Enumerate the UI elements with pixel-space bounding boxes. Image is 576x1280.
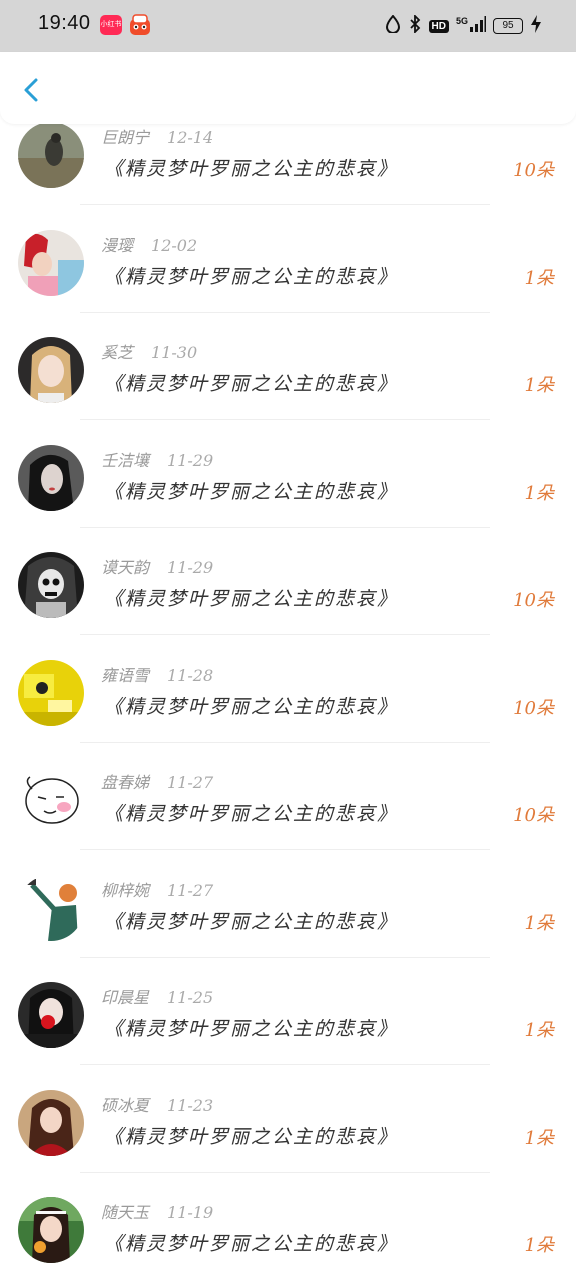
status-time: 19:40	[38, 12, 91, 34]
gift-date: 11-23	[167, 1095, 214, 1115]
gift-quantity: 1朵	[524, 1127, 554, 1149]
gift-date: 12-14	[167, 128, 214, 147]
gift-record-list[interactable]: 巨朗宁 12-14 《精灵梦叶罗丽之公主的悲哀》 10朵 漫璎 12-02 《精灵梦…	[0, 80, 576, 1263]
gift-quantity: 1朵	[524, 1020, 554, 1041]
gift-date: 11-25	[167, 988, 214, 1007]
back-button[interactable]	[16, 74, 48, 106]
user-name: 随天玉	[101, 1203, 150, 1222]
gift-title: 《精灵梦叶罗丽之公主的悲哀》	[104, 480, 399, 503]
list-item[interactable]: 雍语雪 11-28 《精灵梦叶罗丽之公主的悲哀》 10朵	[0, 618, 576, 743]
avatar[interactable]	[18, 444, 84, 511]
gift-title: 《精灵梦叶罗丽之公主的悲哀》	[104, 803, 399, 825]
user-name: 奚芝	[101, 343, 134, 362]
gift-date: 11-19	[167, 1203, 214, 1222]
list-item[interactable]: 盘春娣 11-27 《精灵梦叶罗丽之公主的悲哀》 10朵	[0, 725, 576, 850]
top-nav-bar	[0, 52, 576, 124]
gift-date: 11-27	[167, 880, 214, 900]
gift-quantity: 10朵	[513, 697, 554, 719]
gift-date: 11-29	[167, 558, 214, 577]
gift-title: 《精灵梦叶罗丽之公主的悲哀》	[104, 373, 399, 395]
user-name: 印晨星	[101, 988, 150, 1007]
hd-badge: HD	[428, 19, 449, 33]
gift-date: 11-27	[167, 773, 214, 792]
avatar[interactable]	[18, 1197, 84, 1263]
avatar[interactable]	[18, 659, 84, 726]
list-item[interactable]: 奚芝 11-30 《精灵梦叶罗丽之公主的悲哀》 1朵	[0, 295, 576, 420]
gift-date: 11-29	[167, 450, 214, 470]
avatar[interactable]	[18, 767, 84, 833]
list-item[interactable]: 印晨星 11-25 《精灵梦叶罗丽之公主的悲哀》 1朵	[0, 940, 576, 1065]
charging-icon	[530, 15, 542, 37]
xiaohongshu-app-icon: 小红书	[100, 15, 122, 35]
signal-5g-icon: 5G	[456, 15, 486, 37]
list-item[interactable]: 硕冰夏 11-23 《精灵梦叶罗丽之公主的悲哀》 1朵	[0, 1048, 576, 1173]
gift-date: 11-30	[151, 343, 198, 362]
network-type-label: 5G	[456, 16, 468, 26]
avatar[interactable]	[18, 1089, 84, 1156]
data-saver-icon	[385, 14, 401, 37]
avatar[interactable]	[18, 122, 84, 188]
avatar[interactable]	[18, 874, 84, 941]
robot-app-icon	[128, 13, 152, 37]
chevron-left-icon[interactable]	[16, 74, 48, 106]
user-name: 壬洁壤	[101, 450, 150, 470]
gift-title: 《精灵梦叶罗丽之公主的悲哀》	[104, 1018, 399, 1040]
gift-title: 《精灵梦叶罗丽之公主的悲哀》	[104, 588, 399, 610]
avatar[interactable]	[18, 229, 84, 296]
user-name: 漫璎	[101, 235, 134, 255]
gift-quantity: 1朵	[524, 375, 554, 396]
gift-title: 《精灵梦叶罗丽之公主的悲哀》	[104, 158, 399, 180]
list-item[interactable]: 漫璎 12-02 《精灵梦叶罗丽之公主的悲哀》 1朵	[0, 188, 576, 313]
gift-title: 《精灵梦叶罗丽之公主的悲哀》	[104, 265, 399, 288]
list-item[interactable]: 壬洁壤 11-29 《精灵梦叶罗丽之公主的悲哀》 1朵	[0, 403, 576, 528]
user-name: 盘春娣	[101, 773, 150, 792]
avatar[interactable]	[18, 337, 84, 403]
gift-quantity: 10朵	[513, 590, 554, 611]
gift-title: 《精灵梦叶罗丽之公主的悲哀》	[104, 695, 399, 718]
gift-quantity: 1朵	[524, 267, 554, 289]
gift-date: 11-28	[167, 665, 214, 685]
status-icons: HD 5G 95	[385, 13, 542, 38]
list-item[interactable]: 柳梓婉 11-27 《精灵梦叶罗丽之公主的悲哀》 1朵	[0, 833, 576, 958]
avatar[interactable]	[18, 552, 84, 618]
gift-quantity: 1朵	[524, 912, 554, 934]
user-name: 柳梓婉	[101, 880, 150, 900]
gift-title: 《精灵梦叶罗丽之公主的悲哀》	[104, 910, 399, 933]
user-name: 雍语雪	[101, 665, 150, 685]
battery-icon: 95	[493, 18, 523, 34]
gift-title: 《精灵梦叶罗丽之公主的悲哀》	[104, 1125, 399, 1148]
gift-quantity: 10朵	[513, 805, 554, 826]
user-name: 谟天韵	[101, 558, 150, 577]
gift-quantity: 1朵	[524, 482, 554, 504]
gift-records-page: 巨朗宁 12-14 《精灵梦叶罗丽之公主的悲哀》 10朵 漫璎 12-02 《精灵梦…	[0, 0, 576, 1280]
bluetooth-icon	[408, 13, 422, 37]
list-item[interactable]: 随天玉 11-19 《精灵梦叶罗丽之公主的悲哀》 1朵	[0, 1155, 576, 1263]
list-item[interactable]: 谟天韵 11-29 《精灵梦叶罗丽之公主的悲哀》 10朵	[0, 510, 576, 635]
user-name: 硕冰夏	[101, 1095, 150, 1115]
avatar[interactable]	[18, 982, 84, 1048]
gift-date: 12-02	[151, 235, 198, 255]
gift-title: 《精灵梦叶罗丽之公主的悲哀》	[104, 1233, 399, 1255]
status-bar: 19:40 小红书 HD 5G 95	[0, 0, 576, 52]
gift-quantity: 10朵	[513, 160, 554, 181]
user-name: 巨朗宁	[101, 128, 150, 147]
gift-quantity: 1朵	[524, 1235, 554, 1256]
